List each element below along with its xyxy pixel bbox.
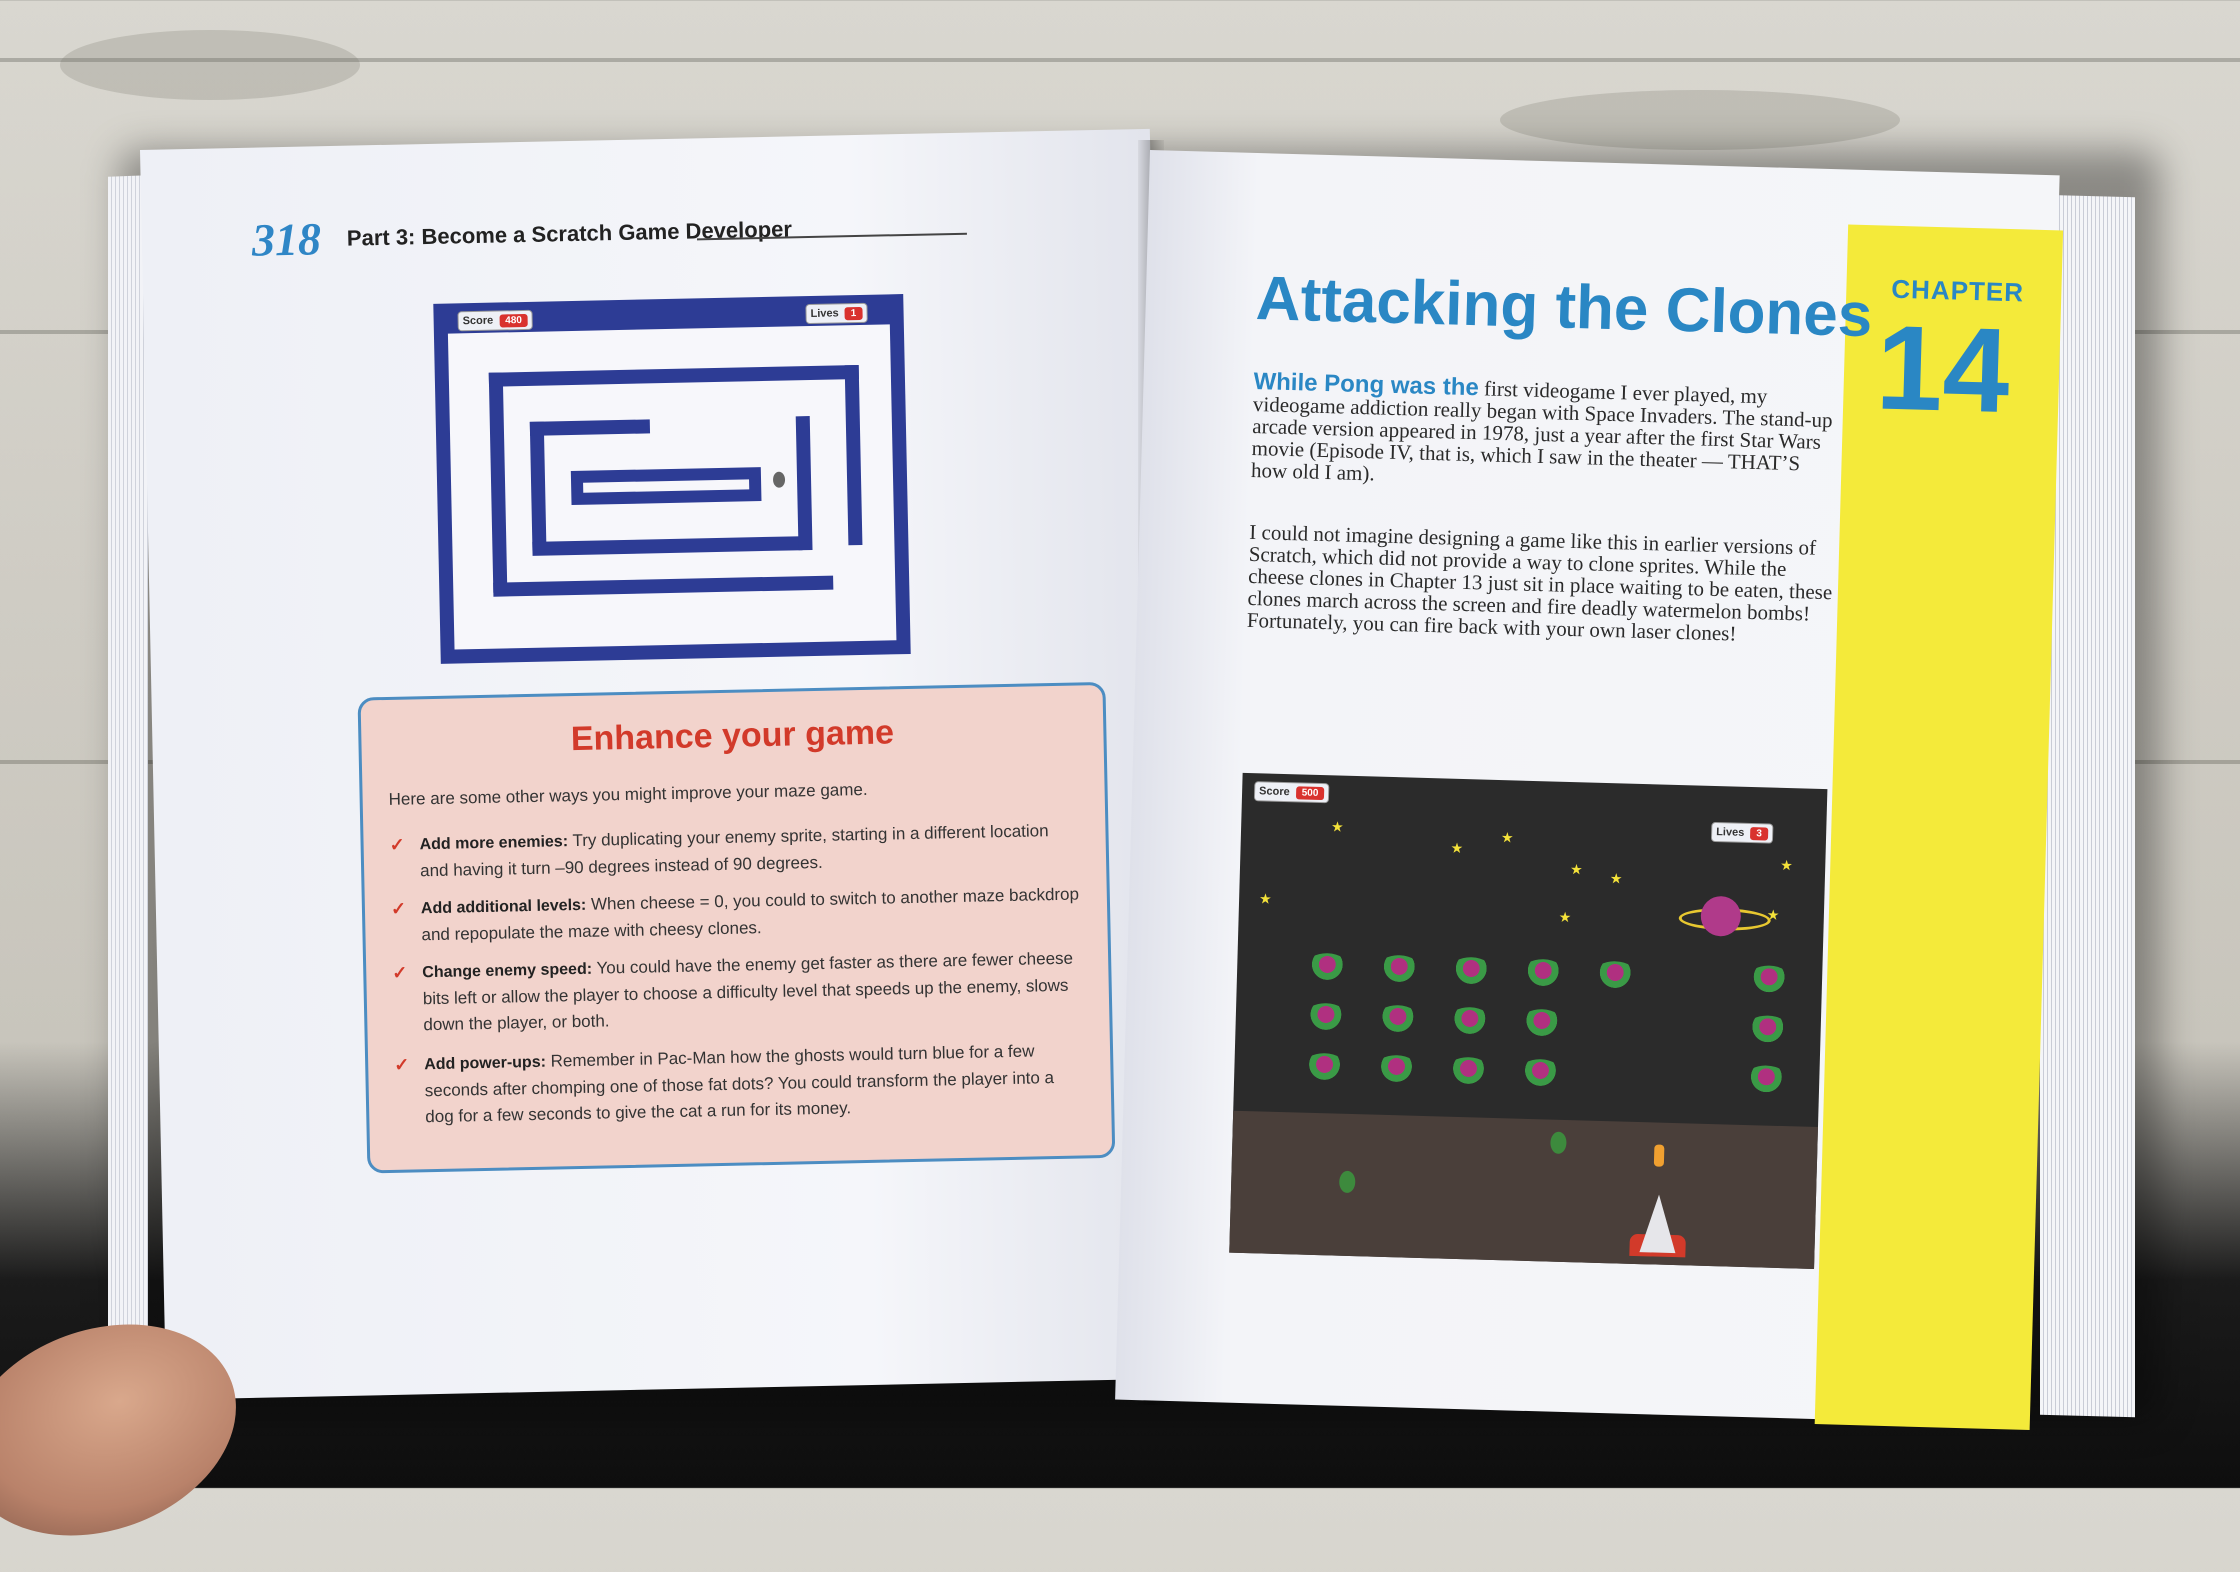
tip-item: ✓ Change enemy speed: You could have the… [392, 945, 1084, 1038]
rocket-player [1639, 1194, 1678, 1254]
enhance-sidebar: Enhance your game Here are some other wa… [357, 681, 1116, 1174]
enemy-clone [1746, 965, 1792, 995]
chapter-number: 14 [1874, 300, 2012, 439]
enemy-clone [1302, 1052, 1347, 1082]
star-icon: ★ [1609, 870, 1623, 887]
tip-title: Change enemy speed: [422, 960, 593, 982]
score-value: 500 [1295, 785, 1325, 800]
sidebar-title: Enhance your game [570, 713, 895, 759]
maze-wall [529, 419, 651, 436]
enemy-clone [1743, 1064, 1789, 1095]
left-page: 318 Part 3: Become a Scratch Game Develo… [140, 128, 1176, 1400]
maze-wall [488, 372, 508, 593]
sidebar-intro: Here are some other ways you might impro… [388, 779, 868, 809]
tip-title: Add power-ups: [424, 1053, 547, 1074]
enemy-clone [1745, 1014, 1791, 1045]
wood-stain [60, 30, 360, 100]
maze-wall [844, 364, 863, 546]
maze-wall [493, 575, 834, 597]
star-icon: ★ [1558, 908, 1572, 926]
star-icon: ★ [1569, 861, 1583, 878]
star-icon: ★ [1500, 829, 1514, 846]
lives-display: Lives 3 [1710, 821, 1774, 844]
enemy-clone [1447, 1006, 1493, 1036]
checkmark-icon: ✓ [392, 962, 408, 983]
chapter-title: Attacking the Clones [1254, 264, 1874, 351]
maze-wall [529, 421, 547, 552]
score-label: Score [462, 314, 494, 328]
enemy-clone [1519, 1008, 1565, 1038]
laser-clone [1653, 1144, 1665, 1167]
enemy-clone [1448, 956, 1494, 986]
running-head: Part 3: Become a Scratch Game Developer [346, 216, 793, 251]
enemy-clone [1376, 954, 1422, 984]
star-icon: ★ [1330, 818, 1344, 835]
page-edges-left [108, 175, 148, 1377]
maze-wall [532, 536, 803, 556]
lives-value: 1 [844, 306, 863, 320]
star-icon: ★ [1258, 890, 1272, 907]
checkmark-icon: ✓ [389, 834, 405, 855]
tip-item: ✓ Add power-ups: Remember in Pac-Man how… [394, 1037, 1086, 1130]
score-value: 480 [499, 313, 529, 328]
chapter-band: CHAPTER 14 [1814, 224, 2064, 1431]
star-icon: ★ [1780, 856, 1794, 874]
lives-label: Lives [810, 307, 839, 320]
wood-stain [1500, 90, 1900, 150]
maze-wall [570, 467, 762, 506]
page-number: 318 [251, 213, 322, 266]
enemy-clone [1374, 1054, 1419, 1084]
star-icon: ★ [1450, 839, 1464, 857]
score-label: Score [1258, 785, 1290, 799]
tip-item: ✓ Add more enemies: Try duplicating your… [389, 817, 1080, 884]
maze-wall [488, 364, 859, 387]
tip-title: Add additional levels: [420, 896, 587, 918]
maze-area [447, 324, 897, 650]
ground [1229, 1110, 1818, 1269]
enemy-clone [1375, 1004, 1421, 1034]
space-invaders-screenshot: Score 500 Lives 3 ★ ★ ★ ★ ★ ★ ★ ★ ★ [1229, 772, 1828, 1269]
enemy-clone [1517, 1058, 1563, 1088]
mouse-sprite [772, 471, 786, 488]
enemy-clone [1446, 1056, 1491, 1086]
planet-icon [1700, 895, 1742, 937]
lives-value: 3 [1750, 826, 1769, 841]
tip-title: Add more enemies: [419, 833, 569, 854]
enemy-clone [1304, 952, 1350, 982]
score-display: Score 480 [457, 309, 534, 332]
maze-game-screenshot: Score 480 Lives 1 [433, 294, 911, 664]
score-display: Score 500 [1253, 781, 1330, 804]
checkmark-icon: ✓ [394, 1054, 410, 1075]
lives-display: Lives 1 [805, 302, 868, 325]
paragraph-2: I could not imagine designing a game lik… [1246, 519, 1833, 646]
right-page: CHAPTER 14 Attacking the Clones While Po… [1115, 150, 2064, 1431]
paragraph-1: While Pong was the first videogame I eve… [1251, 368, 1844, 497]
enemy-clone [1520, 958, 1566, 988]
lives-label: Lives [1716, 826, 1745, 839]
tip-item: ✓ Add additional levels: When cheese = 0… [391, 881, 1082, 948]
enemy-clone [1592, 960, 1638, 990]
maze-wall [795, 416, 813, 551]
checkmark-icon: ✓ [390, 898, 407, 919]
enemy-clone [1303, 1002, 1349, 1032]
